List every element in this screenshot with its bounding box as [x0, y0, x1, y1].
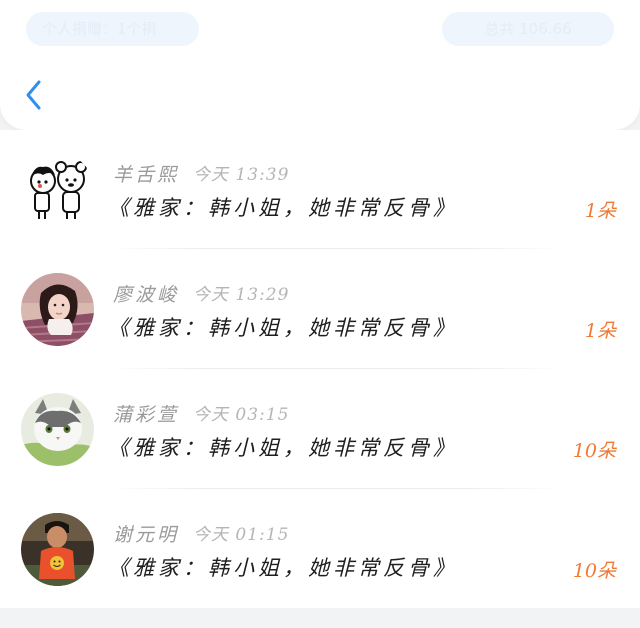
flower-count: 1朵 — [584, 200, 616, 222]
list-item[interactable]: 谢元明 今天 01:15 《雅家：韩小姐，她非常反骨》 10朵 — [0, 490, 640, 609]
donation-time: 今天 01:15 — [193, 525, 290, 545]
list-item[interactable]: 羊舌熙 今天 13:39 《雅家：韩小姐，她非常反骨》 1朵 — [0, 130, 640, 249]
row-divider — [110, 248, 560, 249]
list-item[interactable]: 蒲彩萱 今天 03:15 《雅家：韩小姐，她非常反骨》 10朵 — [0, 370, 640, 489]
book-title: 《雅家：韩小姐，她非常反骨》 — [108, 316, 458, 340]
row-divider — [110, 368, 560, 369]
list-item[interactable]: 廖波峻 今天 13:29 《雅家：韩小姐，她非常反骨》 1朵 — [0, 250, 640, 369]
book-title: 《雅家：韩小姐，她非常反骨》 — [108, 196, 458, 220]
donor-name: 羊舌熙 — [113, 164, 180, 186]
flower-count: 10朵 — [572, 440, 616, 462]
book-title: 《雅家：韩小姐，她非常反骨》 — [108, 556, 458, 580]
chevron-left-icon — [26, 80, 41, 110]
donation-time: 今天 13:39 — [193, 165, 290, 185]
row-divider — [110, 488, 560, 489]
header-bar: 个人捐赠：1个捐 总共 106.66 — [0, 0, 640, 130]
girl-photo-avatar — [21, 273, 94, 346]
flower-count: 1朵 — [584, 320, 616, 342]
total-summary-pill: 总共 106.66 — [442, 12, 614, 46]
donation-time: 今天 03:15 — [193, 405, 290, 425]
cat-photo-avatar — [21, 393, 94, 466]
flower-count: 10朵 — [572, 560, 616, 582]
donation-summary-pill: 个人捐赠：1个捐 — [26, 12, 199, 46]
back-button[interactable] — [24, 78, 46, 112]
donor-name: 谢元明 — [113, 524, 180, 546]
man-photo-avatar — [21, 513, 94, 586]
donor-name: 廖波峻 — [113, 284, 180, 306]
cartoon-couple-avatar — [21, 153, 94, 226]
book-title: 《雅家：韩小姐，她非常反骨》 — [108, 436, 458, 460]
donation-time: 今天 13:29 — [193, 285, 290, 305]
gift-record-list: 羊舌熙 今天 13:39 《雅家：韩小姐，她非常反骨》 1朵 廖波峻 今天 13… — [0, 130, 640, 608]
donor-name: 蒲彩萱 — [113, 404, 180, 426]
